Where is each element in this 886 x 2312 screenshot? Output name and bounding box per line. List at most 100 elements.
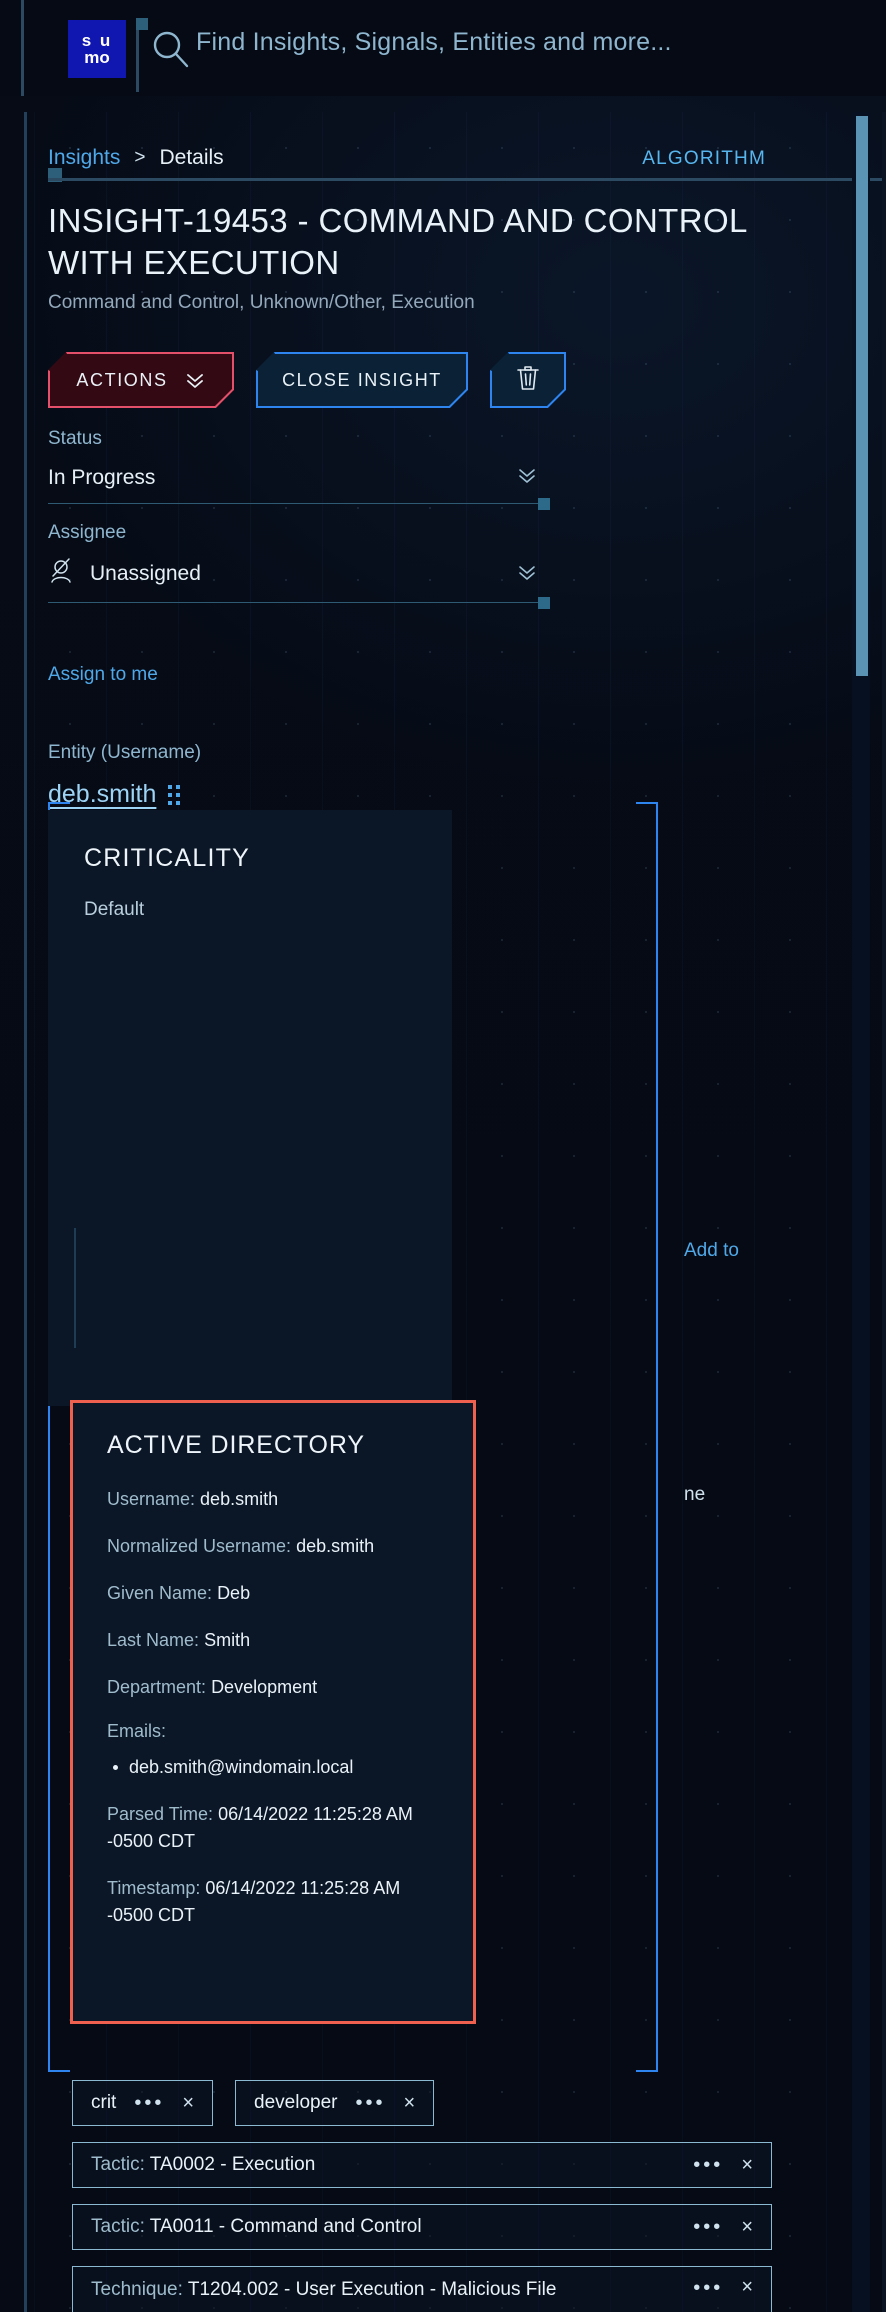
ad-row-normalized-username: Normalized Username: deb.smith [107,1533,439,1560]
breadcrumb: Insights > Details [48,146,224,170]
actions-button[interactable]: ACTIONS [48,352,234,408]
sumo-logo[interactable]: s u mo [68,20,126,78]
breadcrumb-insights-link[interactable]: Insights [48,146,120,170]
ad-row-username: Username: deb.smith [107,1486,439,1513]
tag-chip-label: Tactic: TA0002 - Execution [91,2152,675,2179]
ellipsis-icon[interactable]: ••• [693,2154,723,2177]
assignee-value-text: Unassigned [90,562,201,585]
action-button-row: ACTIONS CLOSE INSIGHT [48,352,566,408]
tag-chip-list: crit ••• × developer ••• × Tactic: TA000… [72,2080,772,2312]
algorithm-badge: ALGORITHM [642,148,766,169]
partial-obscured-text: ne [684,1484,706,1505]
close-icon[interactable]: × [182,2093,194,2113]
ad-value: deb.smith [200,1489,279,1509]
close-icon[interactable]: × [741,2155,753,2175]
tag-chip-tactic-command-and-control[interactable]: Tactic: TA0011 - Command and Control •••… [72,2204,772,2250]
tag-chip-tactic-execution[interactable]: Tactic: TA0002 - Execution ••• × [72,2142,772,2188]
no-user-icon [48,558,74,590]
ad-key: Timestamp: [107,1878,201,1898]
tag-chip[interactable]: crit ••• × [72,2080,214,2126]
criticality-value: Default [84,899,145,920]
breadcrumb-current: Details [159,146,224,169]
trash-icon [515,364,541,397]
assignee-field-nub [538,597,550,609]
page-title: INSIGHT-19453 - COMMAND AND CONTROL WITH… [48,202,747,282]
ad-key: Normalized Username: [107,1536,292,1556]
ad-key: Username: [107,1489,196,1509]
tag-chip-key: Tactic: [91,2215,145,2237]
right-rail [882,112,886,2312]
active-directory-card: ACTIVE DIRECTORY Username: deb.smith Nor… [70,1400,476,2024]
ad-row-parsed-time: Parsed Time: 06/14/2022 11:25:28 AM -050… [107,1801,439,1855]
ellipsis-icon[interactable]: ••• [693,2216,723,2239]
search-input[interactable]: Find Insights, Signals, Entities and mor… [196,28,672,57]
tag-chip[interactable]: developer ••• × [235,2080,435,2126]
ad-key: Given Name: [107,1583,213,1603]
close-icon[interactable]: × [741,2277,753,2297]
active-directory-title: ACTIVE DIRECTORY [107,1431,365,1459]
status-value: In Progress [48,465,156,489]
popover-accent-bar [74,1228,76,1348]
search-icon[interactable] [148,26,192,70]
tag-chip-label: Tactic: TA0011 - Command and Control [91,2214,675,2241]
entity-name: deb.smith [48,780,157,808]
insight-details-panel: Insights > Details ALGORITHM INSIGHT-194… [24,112,862,2312]
close-icon[interactable]: × [404,2093,416,2113]
tag-chip-key: Technique: [91,2279,183,2300]
logo-line-1: s u [81,31,113,50]
chevron-double-down-icon[interactable] [516,561,538,588]
tag-chip-key: Tactic: [91,2153,145,2175]
entity-link[interactable]: deb.smith [48,780,181,809]
page-subtitle: Command and Control, Unknown/Other, Exec… [48,292,475,313]
ellipsis-icon[interactable]: ••• [355,2092,385,2115]
ad-value: Development [211,1677,318,1697]
ad-email-item: deb.smith@windomain.local [107,1754,439,1781]
tag-chip-value: T1204.002 - User Execution - Malicious F… [187,2279,557,2300]
assignee-label: Assignee [48,522,127,543]
ad-key: Last Name: [107,1630,200,1650]
delete-insight-button[interactable] [490,352,566,408]
breadcrumb-separator-icon: > [134,147,146,168]
top-left-rail [21,0,24,96]
content-left-rail [24,112,27,2312]
tag-chip-value: TA0011 - Command and Control [149,2215,422,2237]
close-insight-button-label: CLOSE INSIGHT [282,369,442,390]
criticality-title: CRITICALITY [84,844,250,872]
status-field-nub [538,498,550,510]
header-divider-nub [136,18,148,30]
ad-emails-label: Emails: [107,1721,167,1741]
add-to-link[interactable]: Add to [684,1240,739,1262]
scrollbar-thumb[interactable] [856,116,868,676]
assignee-value-wrap: Unassigned [48,558,201,590]
assignee-field[interactable]: Assignee Unassigned [48,522,550,609]
ellipsis-icon[interactable]: ••• [693,2277,723,2300]
top-navigation-bar: s u mo Find Insights, Signals, Entities … [0,0,886,182]
tag-chip-label: crit [91,2091,117,2113]
drag-handle-icon[interactable] [168,784,181,805]
tag-chip-value: TA0002 - Execution [149,2153,316,2175]
ad-row-last-name: Last Name: Smith [107,1627,439,1654]
ad-emails-list: deb.smith@windomain.local [107,1754,439,1781]
actions-button-label: ACTIONS [76,369,168,390]
close-insight-button[interactable]: CLOSE INSIGHT [256,352,468,408]
ad-row-timestamp: Timestamp: 06/14/2022 11:25:28 AM -0500 … [107,1875,439,1929]
logo-line-2: mo [84,48,110,67]
ellipsis-icon[interactable]: ••• [134,2092,164,2115]
ad-row-department: Department: Development [107,1674,439,1701]
status-label: Status [48,428,102,449]
assign-to-me-link[interactable]: Assign to me [48,664,158,686]
status-select[interactable]: In Progress [48,464,550,510]
ad-key: Parsed Time: [107,1804,214,1824]
close-icon[interactable]: × [741,2217,753,2237]
chevron-double-down-icon[interactable] [516,464,538,491]
assignee-select[interactable]: Unassigned [48,558,550,609]
criticality-popover: CRITICALITY Default [48,810,452,1406]
tag-chip-label: developer [254,2091,338,2113]
ad-key: Department: [107,1677,207,1697]
tag-chip-label: Technique: T1204.002 - User Execution - … [91,2277,675,2304]
status-field[interactable]: Status In Progress [48,428,550,510]
app-root: s u mo Find Insights, Signals, Entities … [0,0,886,2312]
entity-label: Entity (Username) [48,742,202,763]
chevron-double-down-icon [184,369,206,391]
tag-chip-technique[interactable]: Technique: T1204.002 - User Execution - … [72,2266,772,2312]
